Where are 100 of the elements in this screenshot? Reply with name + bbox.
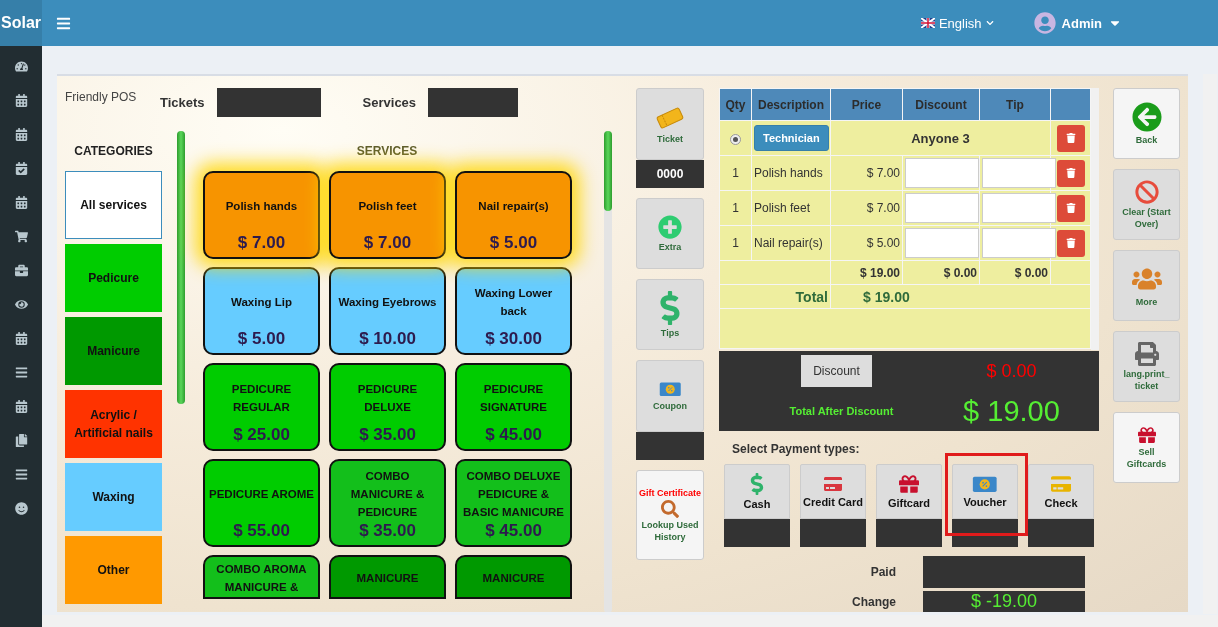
total-value: $ 19.00 bbox=[863, 288, 910, 305]
column-header: Qty bbox=[719, 88, 752, 121]
total-label: Total bbox=[795, 288, 828, 305]
category-button[interactable]: Waxing bbox=[65, 463, 162, 531]
coupon-icon bbox=[658, 381, 682, 398]
calendar-icon[interactable] bbox=[14, 400, 28, 413]
copy-icon[interactable] bbox=[14, 434, 28, 447]
discount-input[interactable] bbox=[905, 228, 979, 258]
calendar-icon[interactable] bbox=[14, 196, 28, 209]
list-icon[interactable] bbox=[14, 366, 28, 379]
payment-button[interactable]: Voucher bbox=[952, 464, 1018, 519]
tips-button[interactable]: Tips bbox=[636, 279, 704, 350]
calendar-icon[interactable] bbox=[14, 128, 28, 141]
payment-button[interactable]: Cash bbox=[724, 464, 790, 519]
service-tile[interactable]: COMBO MANICURE & PEDICURE $ 35.00 bbox=[329, 459, 446, 547]
tickets-label: Tickets bbox=[160, 95, 205, 110]
delete-button[interactable] bbox=[1056, 194, 1085, 222]
delete-button[interactable] bbox=[1056, 229, 1085, 257]
description-cell: Nail repair(s) bbox=[751, 225, 831, 261]
service-tile[interactable]: PEDICURE REGULAR $ 25.00 bbox=[203, 363, 320, 451]
paid-label: Paid bbox=[869, 565, 896, 579]
service-tile[interactable]: COMBO AROMA MANICURE & bbox=[203, 555, 320, 599]
app-logo: Solar bbox=[0, 0, 42, 46]
category-button[interactable]: Acrylic / Artificial nails bbox=[65, 390, 162, 458]
payment-button[interactable]: Check bbox=[1028, 464, 1094, 519]
ticket-number: 0000 bbox=[636, 160, 704, 188]
services-label: Services bbox=[362, 95, 417, 110]
scrollbar[interactable] bbox=[177, 131, 185, 404]
sell-button[interactable]: Sell Giftcards bbox=[1113, 412, 1180, 483]
delete-button[interactable] bbox=[1056, 159, 1085, 187]
discount-button[interactable]: Discount bbox=[801, 355, 872, 387]
language-menu[interactable]: English bbox=[914, 14, 1000, 32]
dashboard-icon[interactable] bbox=[14, 60, 28, 73]
gift-certificate-button[interactable]: Gift Certificate Lookup Used History bbox=[636, 470, 704, 560]
user-menu[interactable]: Admin bbox=[1027, 11, 1128, 35]
gift-icon bbox=[899, 474, 919, 494]
clear-button[interactable]: Clear (Start Over) bbox=[1113, 169, 1180, 240]
calendar-check-icon[interactable] bbox=[14, 162, 28, 175]
tip-input[interactable] bbox=[982, 158, 1056, 188]
category-button[interactable]: Other bbox=[65, 536, 162, 604]
scrollbar[interactable] bbox=[42, 615, 1218, 627]
cart-icon[interactable] bbox=[14, 230, 28, 243]
ticket-button[interactable]: Ticket bbox=[636, 88, 704, 160]
tip-input[interactable] bbox=[982, 228, 1056, 258]
radio-button[interactable] bbox=[730, 134, 741, 145]
extra-button[interactable]: Extra bbox=[636, 198, 704, 269]
service-tile[interactable]: PEDICURE AROME $ 55.00 bbox=[203, 459, 320, 547]
column-header: Description bbox=[751, 88, 831, 121]
smile-icon[interactable] bbox=[14, 502, 28, 515]
delete-button[interactable] bbox=[1056, 124, 1085, 152]
price-cell: $ 7.00 bbox=[830, 190, 903, 226]
technician-button[interactable]: Technician bbox=[754, 125, 829, 151]
total-cell: $ 0.00 bbox=[979, 260, 1051, 285]
service-tile[interactable]: MANICURE bbox=[455, 555, 572, 599]
total-after-discount-label: Total After Discount bbox=[789, 405, 894, 417]
payment-button[interactable]: Giftcard bbox=[876, 464, 942, 519]
flag-icon bbox=[920, 18, 935, 28]
column-header: Tip bbox=[979, 88, 1051, 121]
trash-icon bbox=[1065, 168, 1076, 178]
scrollbar[interactable] bbox=[1091, 88, 1099, 350]
service-tile[interactable]: Nail repair(s) $ 5.00 bbox=[455, 171, 572, 259]
discount-input[interactable] bbox=[905, 193, 979, 223]
service-tile[interactable]: MANICURE bbox=[329, 555, 446, 599]
chevron-down-icon bbox=[985, 19, 994, 27]
back-button[interactable]: Back bbox=[1113, 88, 1180, 159]
amount-field bbox=[724, 519, 790, 547]
service-tile[interactable]: Waxing Lower back $ 30.00 bbox=[455, 267, 572, 355]
print-button[interactable]: lang.print_ticket bbox=[1113, 331, 1180, 402]
eye-icon[interactable] bbox=[14, 298, 28, 311]
credit-card-icon bbox=[824, 475, 842, 493]
service-tile[interactable]: PEDICURE SIGNATURE $ 45.00 bbox=[455, 363, 572, 451]
amount-field bbox=[1028, 519, 1094, 547]
service-tile[interactable]: Waxing Lip $ 5.00 bbox=[203, 267, 320, 355]
gift-icon bbox=[1137, 425, 1156, 444]
list-icon[interactable] bbox=[14, 468, 28, 481]
qty-cell: 1 bbox=[719, 225, 752, 261]
categories-title: CATEGORIES bbox=[73, 143, 154, 160]
service-tile[interactable]: PEDICURE DELUXE $ 35.00 bbox=[329, 363, 446, 451]
more-button[interactable]: More bbox=[1113, 250, 1180, 321]
technician-name: Anyone 3 bbox=[830, 120, 1051, 156]
briefcase-icon[interactable] bbox=[14, 264, 28, 277]
total-cell: $ 19.00 bbox=[830, 260, 903, 285]
scrollbar[interactable] bbox=[604, 131, 612, 612]
avatar-icon bbox=[1033, 12, 1056, 34]
qty-cell: 1 bbox=[719, 155, 752, 191]
column-header: Price bbox=[830, 88, 903, 121]
category-button[interactable]: All services bbox=[65, 171, 162, 239]
discount-input[interactable] bbox=[905, 158, 979, 188]
category-button[interactable]: Pedicure bbox=[65, 244, 162, 312]
category-button[interactable]: Manicure bbox=[65, 317, 162, 385]
price-cell: $ 7.00 bbox=[830, 155, 903, 191]
calendar-icon[interactable] bbox=[14, 332, 28, 345]
service-tile[interactable]: Waxing Eyebrows $ 10.00 bbox=[329, 267, 446, 355]
coupon-button[interactable]: Coupon bbox=[636, 360, 704, 432]
calendar-icon[interactable] bbox=[14, 94, 28, 107]
tip-input[interactable] bbox=[982, 193, 1056, 223]
payment-button[interactable]: Credit Card bbox=[800, 464, 866, 519]
service-tile[interactable]: Polish feet $ 7.00 bbox=[329, 171, 446, 259]
service-tile[interactable]: COMBO DELUXE PEDICURE & BASIC MANICURE $ 45.00 bbox=[455, 459, 572, 547]
service-tile[interactable]: Polish hands $ 7.00 bbox=[203, 171, 320, 259]
